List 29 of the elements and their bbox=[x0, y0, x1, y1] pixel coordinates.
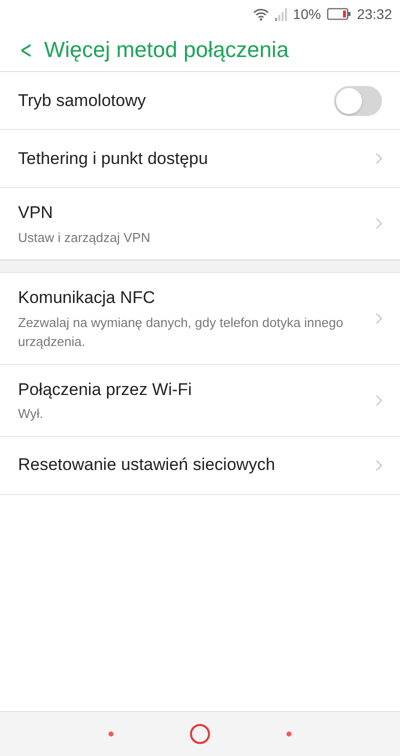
setting-label: Połączenia przez Wi-Fi bbox=[18, 378, 193, 400]
page-title: Więcej metod połączenia bbox=[44, 36, 289, 64]
settings-row[interactable]: Tryb samolotowy bbox=[0, 72, 400, 130]
clock: 23:32 bbox=[356, 4, 392, 24]
setting-label: Tethering i punkt dostępu bbox=[18, 148, 209, 170]
signal-icon bbox=[274, 8, 287, 20]
nav-dot-icon[interactable] bbox=[286, 731, 292, 737]
settings-row[interactable]: Resetowanie ustawień sieciowych bbox=[0, 436, 400, 494]
chevron-icon bbox=[376, 394, 382, 406]
setting-description: Ustaw i zarządzaj VPN bbox=[18, 228, 152, 247]
settings-row[interactable]: Komunikacja NFC Zezwalaj na wymianę danych, gdy telefon dotyka innego urządzenia. bbox=[0, 273, 400, 364]
home-icon[interactable] bbox=[188, 723, 211, 745]
setting-label: Komunikacja NFC bbox=[18, 287, 156, 309]
setting-label: Resetowanie ustawień sieciowych bbox=[18, 454, 276, 476]
setting-description: Zezwalaj na wymianę danych, gdy telefon dotyka innego urządzenia. bbox=[18, 314, 344, 351]
chevron-icon bbox=[376, 460, 382, 470]
battery-icon bbox=[326, 8, 351, 20]
chevron-icon bbox=[376, 312, 382, 324]
settings-row[interactable]: Tethering i punkt dostępu bbox=[0, 130, 400, 188]
setting-description: Wył. bbox=[18, 405, 44, 423]
chevron-icon bbox=[376, 218, 382, 229]
nav-dot-icon[interactable] bbox=[108, 731, 114, 737]
setting-label: Tryb samolotowy bbox=[18, 90, 147, 112]
chevron-icon bbox=[376, 153, 382, 164]
battery-percentage: 10% bbox=[292, 4, 321, 24]
setting-label: VPN bbox=[18, 202, 54, 224]
toggle-switch[interactable] bbox=[334, 86, 382, 116]
wifi-icon bbox=[252, 8, 269, 20]
settings-row[interactable]: Połączenia przez Wi-Fi Wył. bbox=[0, 364, 400, 436]
